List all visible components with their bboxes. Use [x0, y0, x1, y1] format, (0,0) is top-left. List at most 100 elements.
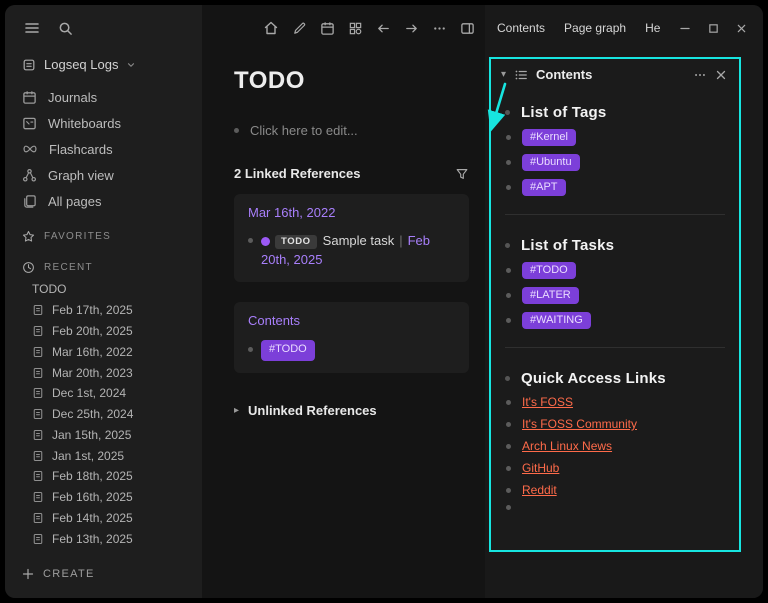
- create-button[interactable]: CREATE: [5, 556, 202, 598]
- tag-later[interactable]: #LATER: [522, 287, 579, 304]
- tag-todo[interactable]: #TODO: [261, 340, 315, 361]
- journal-page-icon: [32, 491, 44, 503]
- recent-item-label: Feb 16th, 2025: [52, 490, 133, 504]
- sidebar-item-journals[interactable]: Journals: [5, 84, 202, 110]
- favorites-section-header[interactable]: FAVORITES: [5, 224, 202, 245]
- section-heading-tags: List of Tags: [521, 104, 606, 121]
- recent-item[interactable]: Mar 16th, 2022: [5, 341, 202, 362]
- edit-icon[interactable]: [292, 21, 307, 36]
- sidebar-item-label: Whiteboards: [48, 116, 121, 131]
- page-link[interactable]: Contents: [248, 313, 300, 328]
- sidebar-item-whiteboards[interactable]: Whiteboards: [5, 110, 202, 136]
- tag-kernel[interactable]: #Kernel: [522, 129, 576, 146]
- calendar-icon[interactable]: [320, 21, 335, 36]
- block-bullet: [505, 376, 510, 381]
- recent-item[interactable]: Feb 17th, 2025: [5, 300, 202, 321]
- right-sidebar-toggle-icon[interactable]: [460, 21, 475, 36]
- page-title: TODO: [234, 67, 469, 95]
- recent-item-label: TODO: [32, 282, 66, 296]
- recent-item-label: Feb 20th, 2025: [52, 324, 133, 338]
- recent-label: RECENT: [44, 262, 93, 273]
- journal-page-icon: [32, 304, 44, 316]
- recent-item-label: Mar 20th, 2023: [52, 366, 133, 380]
- sidebar-item-flashcards[interactable]: Flashcards: [5, 136, 202, 162]
- task-block[interactable]: TODOSample task|Feb 20th, 2025: [248, 232, 455, 270]
- task-text: Sample task: [323, 233, 395, 248]
- page-content: TODO Click here to edit... 2 Linked Refe…: [202, 51, 485, 418]
- link-github[interactable]: GitHub: [522, 461, 559, 475]
- recent-section-header[interactable]: RECENT: [5, 255, 202, 276]
- tag-block[interactable]: #TODO: [248, 340, 455, 361]
- tab-page-graph[interactable]: Page graph: [564, 21, 626, 35]
- recent-item-todo[interactable]: TODO: [5, 279, 202, 300]
- all-pages-icon: [22, 194, 37, 209]
- sidebar-item-all-pages[interactable]: All pages: [5, 188, 202, 214]
- unlinked-references-title: Unlinked References: [248, 403, 377, 418]
- recent-item[interactable]: Jan 15th, 2025: [5, 424, 202, 445]
- recent-item[interactable]: Feb 16th, 2025: [5, 487, 202, 508]
- editor-placeholder-row[interactable]: Click here to edit...: [234, 123, 469, 138]
- close-icon[interactable]: [736, 23, 747, 34]
- sidebar-nav: Journals Whiteboards Flashcards Graph vi…: [5, 84, 202, 214]
- filter-icon[interactable]: [455, 167, 469, 181]
- block-bullet: [506, 293, 511, 298]
- journal-page-icon: [32, 450, 44, 462]
- journal-page-icon: [32, 346, 44, 358]
- recent-item[interactable]: Mar 20th, 2023: [5, 362, 202, 383]
- link-its-foss[interactable]: It's FOSS: [522, 395, 573, 409]
- block-bullet: [506, 466, 511, 471]
- graph-switcher[interactable]: Logseq Logs: [5, 51, 202, 78]
- more-icon[interactable]: [432, 21, 447, 36]
- link-arch-linux-news[interactable]: Arch Linux News: [522, 439, 612, 453]
- journal-page-icon: [32, 367, 44, 379]
- sidebar-item-label: Flashcards: [49, 142, 113, 157]
- link-reddit[interactable]: Reddit: [522, 483, 557, 497]
- section-divider: [505, 214, 725, 215]
- recent-item[interactable]: Dec 25th, 2024: [5, 404, 202, 425]
- recent-item-label: Jan 15th, 2025: [52, 428, 131, 442]
- page-link[interactable]: Mar 16th, 2022: [248, 205, 335, 220]
- maximize-icon[interactable]: [708, 23, 719, 34]
- search-icon[interactable]: [58, 21, 73, 36]
- tab-contents[interactable]: Contents: [497, 21, 545, 35]
- caret-down-icon[interactable]: ▾: [501, 69, 506, 80]
- block-bullet: [506, 135, 511, 140]
- task-marker-chip[interactable]: TODO: [275, 235, 317, 249]
- tag-apt[interactable]: #APT: [522, 179, 566, 196]
- tag-waiting[interactable]: #WAITING: [522, 312, 591, 329]
- tab-help[interactable]: He: [645, 21, 660, 35]
- back-icon[interactable]: [376, 21, 391, 36]
- tag-todo[interactable]: #TODO: [522, 262, 576, 279]
- menu-icon[interactable]: [24, 20, 40, 36]
- minimize-icon[interactable]: [679, 22, 691, 34]
- sidebar-item-label: Journals: [48, 90, 97, 105]
- journal-page-icon: [32, 387, 44, 399]
- forward-icon[interactable]: [404, 21, 419, 36]
- section-divider: [505, 347, 725, 348]
- create-label: CREATE: [43, 568, 95, 580]
- journal-page-icon: [32, 325, 44, 337]
- contents-panel-header: ▾ Contents: [491, 59, 739, 88]
- link-its-foss-community[interactable]: It's FOSS Community: [522, 417, 637, 431]
- recent-item[interactable]: Dec 1st, 2024: [5, 383, 202, 404]
- favorites-label: FAVORITES: [44, 231, 111, 242]
- recent-item[interactable]: Feb 18th, 2025: [5, 466, 202, 487]
- recent-item[interactable]: Jan 1st, 2025: [5, 445, 202, 466]
- linked-reference-block: Contents #TODO: [234, 302, 469, 373]
- recent-item[interactable]: Feb 14th, 2025: [5, 508, 202, 529]
- left-sidebar: Logseq Logs Journals Whiteboards: [5, 5, 202, 598]
- panel-close-icon[interactable]: [715, 69, 727, 81]
- journal-page-icon: [32, 429, 44, 441]
- editor-placeholder: Click here to edit...: [250, 123, 358, 138]
- recent-item[interactable]: Feb 20th, 2025: [5, 321, 202, 342]
- tag-ubuntu[interactable]: #Ubuntu: [522, 154, 580, 171]
- home-icon[interactable]: [263, 20, 279, 36]
- flashcards-icon: [22, 143, 38, 155]
- task-marker-dot[interactable]: [261, 237, 270, 246]
- right-sidebar: Contents Page graph He ▾: [485, 5, 763, 598]
- panel-more-icon[interactable]: [693, 68, 707, 82]
- plugins-icon[interactable]: [348, 21, 363, 36]
- sidebar-item-graph-view[interactable]: Graph view: [5, 162, 202, 188]
- unlinked-references-toggle[interactable]: ▸ Unlinked References: [234, 403, 469, 418]
- recent-item[interactable]: Feb 13th, 2025: [5, 528, 202, 549]
